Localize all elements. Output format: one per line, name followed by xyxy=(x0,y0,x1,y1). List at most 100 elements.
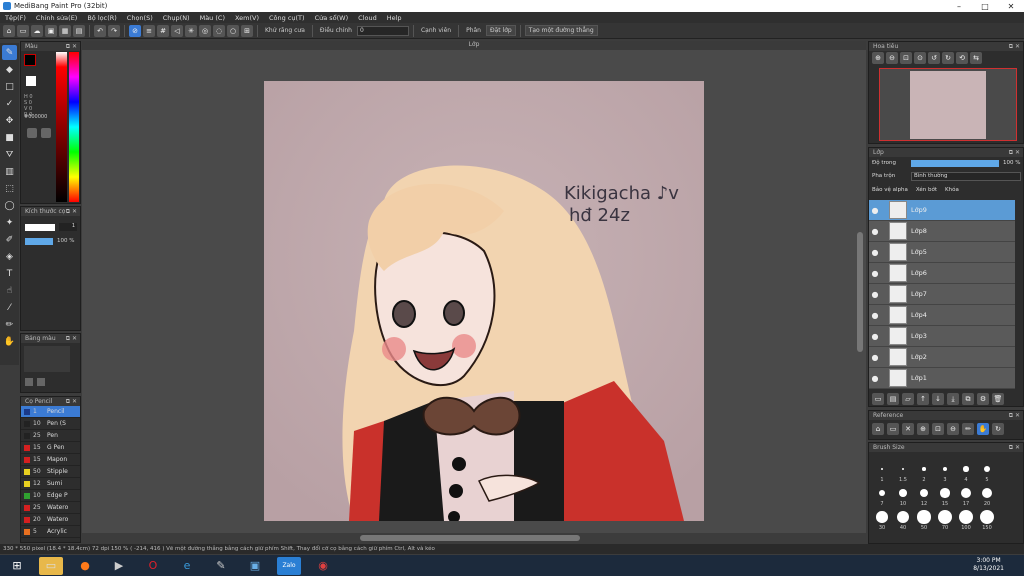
layer-row[interactable]: ● Lớp8 xyxy=(869,221,1015,242)
vertical-scrollbar[interactable] xyxy=(857,232,863,352)
duplicate-icon[interactable]: ⧉ xyxy=(962,393,974,405)
ref-home-icon[interactable]: ⌂ xyxy=(872,423,884,435)
flip-icon[interactable]: ⇆ xyxy=(970,52,982,64)
menu-help[interactable]: Help xyxy=(382,14,407,22)
brush-list-item[interactable]: 10 Edge P xyxy=(21,490,80,502)
eye-icon[interactable]: ● xyxy=(869,332,881,341)
ref-hand-icon[interactable]: ✋ xyxy=(977,423,989,435)
layer-row[interactable]: ● Lớp3 xyxy=(869,326,1015,347)
menu-filter[interactable]: Bộ lọc(R) xyxy=(82,14,121,22)
new-line-button[interactable]: Tạo một đường thẳng xyxy=(524,25,598,36)
eyedropper2-tool-icon[interactable]: ✏ xyxy=(2,317,17,332)
brush-size-cell[interactable]: 1 xyxy=(872,461,892,483)
brush-list-item[interactable]: 25 Pen xyxy=(21,430,80,442)
select-tool-icon[interactable]: ⬚ xyxy=(2,181,17,196)
menu-edit[interactable]: Chỉnh sửa(E) xyxy=(31,14,82,22)
artwork-canvas[interactable]: Kikigacha ♪v hđ 24z xyxy=(264,81,704,521)
opera-icon[interactable]: O xyxy=(141,557,165,575)
brush-size-cell[interactable]: 150 xyxy=(977,509,997,531)
select-pen-tool-icon[interactable]: ✐ xyxy=(2,232,17,247)
eyedropper-tool-icon[interactable]: ⁄ xyxy=(2,300,17,315)
move-tool-icon[interactable]: ✥ xyxy=(2,113,17,128)
operation-tool-icon[interactable]: ☝ xyxy=(2,283,17,298)
zoom-in-icon[interactable]: ⊕ xyxy=(872,52,884,64)
clipping-checkbox[interactable]: Xén bớt xyxy=(916,187,937,193)
snap-circle-icon[interactable]: ◎ xyxy=(199,24,211,37)
ref-zoom-out-icon[interactable]: ⊖ xyxy=(947,423,959,435)
ref-eyedropper-icon[interactable]: ✏ xyxy=(962,423,974,435)
brush-size-cell[interactable]: 2 xyxy=(914,461,934,483)
media-icon[interactable]: ▶ xyxy=(107,557,131,575)
brush-list-item[interactable]: 20 Watero xyxy=(21,514,80,526)
eraser-tool-icon[interactable]: ◆ xyxy=(2,62,17,77)
snap-radial-icon[interactable]: ✳ xyxy=(185,24,197,37)
gradient-tool-icon[interactable]: ▥ xyxy=(2,164,17,179)
menu-snap[interactable]: Chụp(N) xyxy=(158,14,195,22)
chrome-icon[interactable]: ◉ xyxy=(311,557,335,575)
menu-window[interactable]: Cửa sổ(W) xyxy=(310,14,354,22)
pen-tool-icon[interactable]: ✎ xyxy=(2,45,17,60)
menu-select[interactable]: Chọn(S) xyxy=(122,14,158,22)
edge-icon[interactable]: e xyxy=(175,557,199,575)
snap-off-icon[interactable]: ⊘ xyxy=(129,24,141,37)
menu-tools[interactable]: Công cụ(T) xyxy=(264,14,310,22)
merge-icon[interactable]: ⤓ xyxy=(947,393,959,405)
brush-size-cell[interactable]: 20 xyxy=(977,485,997,507)
ref-open-icon[interactable]: ▭ xyxy=(887,423,899,435)
snap-parallel-icon[interactable]: ≡ xyxy=(143,24,155,37)
brush-size-cell[interactable]: 12 xyxy=(914,485,934,507)
snap-ellipse-icon[interactable]: ○ xyxy=(227,24,239,37)
adjust-select[interactable]: 0 xyxy=(356,25,409,36)
rotate-left-icon[interactable]: ↺ xyxy=(928,52,940,64)
transparent-swatch[interactable] xyxy=(26,76,36,86)
brush-list-item[interactable]: 15 Mapon xyxy=(21,454,80,466)
redo-icon[interactable]: ↷ xyxy=(108,24,120,37)
brush-size-cell[interactable]: 3 xyxy=(935,461,955,483)
line-tool-icon[interactable]: ✓ xyxy=(2,96,17,111)
eye-icon[interactable]: ● xyxy=(869,248,881,257)
layer-row[interactable]: ● Lớp9 xyxy=(869,200,1015,221)
close-icon[interactable]: ✕ xyxy=(998,0,1024,12)
start-icon[interactable]: ⊞ xyxy=(5,557,29,575)
brush-size-cell[interactable]: 4 xyxy=(956,461,976,483)
eye-icon[interactable]: ● xyxy=(869,269,881,278)
brush-list-item[interactable]: 1 Pencil xyxy=(21,406,80,418)
brush-size-cell[interactable]: 30 xyxy=(872,509,892,531)
menu-cloud[interactable]: Cloud xyxy=(353,14,382,22)
delete-color-icon[interactable] xyxy=(37,378,45,386)
undo-icon[interactable]: ↶ xyxy=(94,24,106,37)
snap-vanish-icon[interactable]: ◁ xyxy=(171,24,183,37)
actual-size-icon[interactable]: ⊙ xyxy=(914,52,926,64)
lasso-tool-icon[interactable]: ◯ xyxy=(2,198,17,213)
brush-size-cell[interactable]: 7 xyxy=(872,485,892,507)
eye-icon[interactable]: ● xyxy=(869,227,881,236)
document-tab[interactable]: Lớp xyxy=(82,41,866,50)
new-folder-icon[interactable]: ▱ xyxy=(902,393,914,405)
ref-zoom-in-icon[interactable]: ⊕ xyxy=(917,423,929,435)
zoom-out-icon[interactable]: ⊖ xyxy=(886,52,898,64)
brush-size-cell[interactable]: 40 xyxy=(893,509,913,531)
save-icon[interactable]: ▣ xyxy=(45,24,57,37)
ref-fit-icon[interactable]: ⊡ xyxy=(932,423,944,435)
ref-close-icon[interactable]: ✕ xyxy=(902,423,914,435)
text-tool-icon[interactable]: T xyxy=(2,266,17,281)
layer-select-button[interactable]: Đặt lớp xyxy=(485,25,516,36)
brush-size-cell[interactable]: 70 xyxy=(935,509,955,531)
select-eraser-tool-icon[interactable]: ◈ xyxy=(2,249,17,264)
brush-size-cell[interactable]: 5 xyxy=(977,461,997,483)
eye-icon[interactable]: ● xyxy=(869,353,881,362)
brush-list-item[interactable]: 12 Sumi xyxy=(21,478,80,490)
brush-list-item[interactable]: 50 Stipple xyxy=(21,466,80,478)
menu-file[interactable]: Tệp(F) xyxy=(0,14,31,22)
snap-cross-icon[interactable]: # xyxy=(157,24,169,37)
rotate-right-icon[interactable]: ↻ xyxy=(942,52,954,64)
brush-list-item[interactable]: 5 Acrylic xyxy=(21,526,80,538)
snap-curve-icon[interactable]: ◌ xyxy=(213,24,225,37)
navigator-preview[interactable] xyxy=(879,68,1017,141)
delete-layer-icon[interactable]: 🗑 xyxy=(992,393,1004,405)
color-bar-area[interactable] xyxy=(24,346,70,372)
layer-row[interactable]: ● Lớp2 xyxy=(869,347,1015,368)
new-icon[interactable]: ▭ xyxy=(17,24,29,37)
ref-rotate-icon[interactable]: ↻ xyxy=(992,423,1004,435)
move-up-icon[interactable]: ↑ xyxy=(917,393,929,405)
